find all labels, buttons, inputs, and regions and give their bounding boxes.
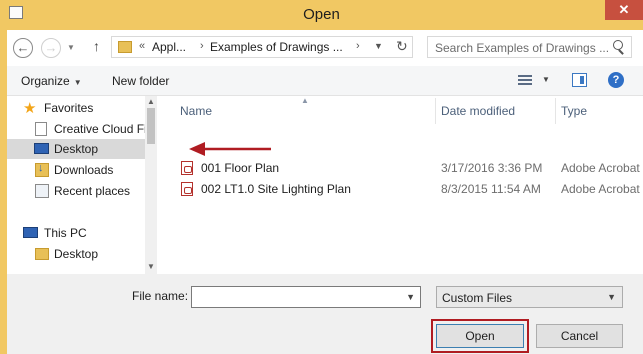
folder-icon — [35, 248, 49, 260]
computer-icon — [23, 227, 38, 238]
search-box[interactable]: Search Examples of Drawings ... — [427, 36, 632, 58]
file-name-label: File name: — [132, 289, 189, 303]
command-bar: Organize ▼ New folder ▼ ? — [7, 66, 643, 96]
annotation-arrow-icon — [189, 142, 271, 156]
chevron-down-icon: ▼ — [607, 292, 616, 302]
downloads-icon — [35, 162, 49, 177]
column-divider[interactable] — [555, 98, 556, 124]
column-header-type[interactable]: Type — [561, 104, 587, 118]
breadcrumb-segment[interactable]: Examples of Drawings ... — [210, 40, 343, 54]
address-row: ← → ▼ ↑ « Appl... › Examples of Drawings… — [7, 30, 643, 66]
cancel-button[interactable]: Cancel — [536, 324, 623, 348]
file-type-filter-select[interactable]: Custom Files ▼ — [436, 286, 623, 308]
document-icon — [35, 122, 47, 136]
organize-button[interactable]: Organize ▼ — [21, 74, 82, 88]
open-button[interactable]: Open — [436, 324, 524, 348]
pdf-icon — [181, 161, 193, 175]
organize-label: Organize — [21, 74, 70, 88]
nav-item-label: This PC — [44, 226, 87, 240]
title-bar: Open ✕ — [0, 0, 643, 30]
recent-places-icon — [35, 184, 49, 198]
window-title: Open — [303, 6, 340, 23]
nav-item-label: Creative Cloud Fi — [54, 122, 147, 136]
dialog-body: ← → ▼ ↑ « Appl... › Examples of Drawings… — [7, 30, 643, 354]
sort-ascending-icon: ▲ — [301, 96, 309, 105]
folder-icon — [118, 41, 132, 53]
file-type-filter-value: Custom Files — [442, 291, 513, 305]
star-icon: ★ — [23, 100, 37, 117]
nav-item-favorites[interactable]: ★ Favorites — [7, 98, 145, 118]
chevron-down-icon: ▼ — [73, 78, 82, 87]
scroll-up-icon[interactable]: ▲ — [147, 97, 155, 106]
back-button[interactable]: ← — [13, 38, 33, 58]
nav-item-label: Desktop — [54, 142, 99, 156]
overflow-chevron[interactable]: « — [139, 40, 145, 52]
nav-item-downloads[interactable]: Downloads — [7, 160, 145, 180]
file-name-input[interactable]: ▼ — [191, 286, 421, 308]
refresh-icon[interactable]: ↻ — [396, 38, 408, 55]
file-dialog-footer: File name: ▼ Custom Files ▼ Open Cancel — [7, 274, 643, 354]
nav-item-desktop[interactable]: Desktop — [7, 139, 145, 159]
column-divider[interactable] — [435, 98, 436, 124]
desktop-icon — [34, 143, 49, 154]
nav-item-recent-places[interactable]: Recent places — [7, 181, 145, 201]
file-type: Adobe Acrobat — [561, 182, 640, 196]
scrollbar-thumb[interactable] — [147, 108, 155, 144]
scroll-down-icon[interactable]: ▼ — [147, 262, 155, 271]
nav-item-this-pc[interactable]: This PC — [7, 223, 145, 243]
column-header-date[interactable]: Date modified — [441, 104, 515, 118]
address-history-dropdown-icon[interactable]: ▼ — [374, 41, 383, 51]
file-name[interactable]: 002 LT1.0 Site Lighting Plan — [201, 182, 351, 196]
nav-item-label: Desktop — [54, 247, 99, 261]
column-header-name[interactable]: Name — [180, 104, 212, 118]
nav-item-label: Recent places — [54, 184, 131, 198]
nav-item-pc-desktop[interactable]: Desktop — [7, 244, 145, 264]
breadcrumb-segment[interactable]: Appl... — [152, 40, 186, 54]
change-view-icon[interactable] — [518, 75, 532, 86]
address-bar[interactable]: « Appl... › Examples of Drawings ... › ▼… — [111, 36, 413, 58]
navigation-pane: ★ Favorites Creative Cloud Fi Desktop Do… — [7, 96, 157, 274]
breadcrumb-chevron[interactable]: › — [356, 40, 360, 52]
pdf-icon — [181, 182, 193, 196]
new-folder-button[interactable]: New folder — [112, 74, 169, 88]
search-input[interactable]: Search Examples of Drawings ... — [435, 41, 609, 55]
file-type: Adobe Acrobat — [561, 161, 640, 175]
chevron-down-icon[interactable]: ▼ — [406, 292, 415, 302]
nav-item-label: Downloads — [54, 163, 114, 177]
file-list: ▲ Name Date modified Type 001 Floor Plan… — [165, 96, 643, 305]
file-date: 8/3/2015 11:54 AM — [441, 182, 541, 196]
navigation-scrollbar[interactable]: ▲ ▼ — [145, 96, 157, 274]
nav-item-label: Favorites — [44, 101, 94, 115]
up-one-level-button[interactable]: ↑ — [93, 38, 100, 54]
breadcrumb-chevron[interactable]: › — [200, 40, 204, 52]
preview-pane-icon[interactable] — [572, 73, 587, 87]
file-name[interactable]: 001 Floor Plan — [201, 161, 279, 175]
close-button[interactable]: ✕ — [605, 0, 643, 20]
file-row[interactable]: 001 Floor Plan 3/17/2016 3:36 PM Adobe A… — [165, 158, 643, 178]
forward-button[interactable]: → — [41, 38, 61, 58]
file-row[interactable]: 002 LT1.0 Site Lighting Plan 8/3/2015 11… — [165, 179, 643, 199]
nav-item-creative-cloud[interactable]: Creative Cloud Fi — [7, 119, 147, 139]
help-icon[interactable]: ? — [608, 72, 624, 88]
view-options-dropdown-icon[interactable]: ▼ — [542, 75, 550, 84]
recent-locations-dropdown-icon[interactable]: ▼ — [67, 43, 75, 52]
search-icon[interactable] — [613, 40, 623, 50]
file-date: 3/17/2016 3:36 PM — [441, 161, 543, 175]
